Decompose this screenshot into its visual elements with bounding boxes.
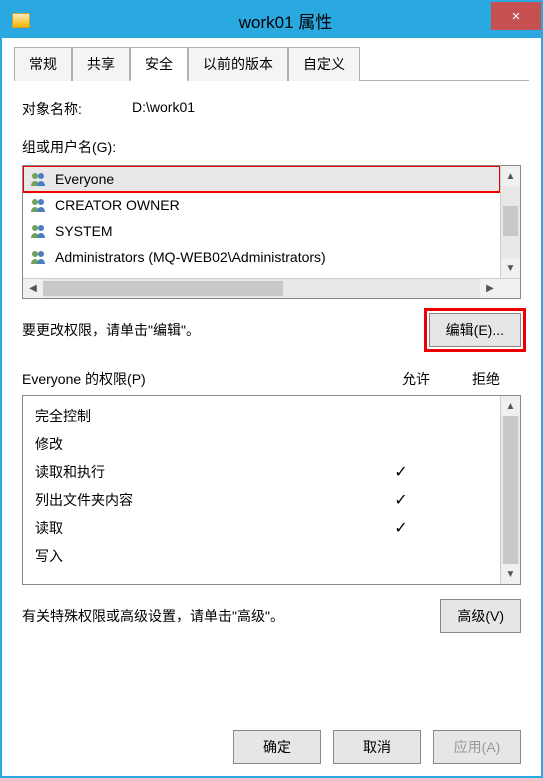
folder-icon: [12, 13, 30, 28]
edit-button[interactable]: 编辑(E)...: [429, 313, 521, 347]
groups-list-items: Everyone CREATOR OWNER SYSTEM: [23, 166, 500, 278]
scroll-right-icon[interactable]: ▶: [480, 279, 500, 298]
scroll-down-icon[interactable]: ▼: [501, 564, 520, 584]
permission-row: 读取和执行 ✓: [23, 458, 500, 486]
permissions-listbox: 完全控制 修改 读取和执行 ✓ 列出文件夹内容 ✓: [22, 395, 521, 585]
scroll-track[interactable]: [43, 279, 480, 298]
permission-name: 完全控制: [35, 406, 372, 426]
permission-name: 写入: [35, 546, 372, 566]
group-icon: [29, 248, 49, 266]
content: 对象名称: D:\work01 组或用户名(G): Everyone: [2, 81, 541, 718]
scroll-track[interactable]: [501, 186, 520, 258]
properties-window: work01 属性 × 常规 共享 安全 以前的版本 自定义 对象名称: D:\…: [0, 0, 543, 778]
window-title: work01 属性: [30, 8, 541, 33]
allow-column-header: 允许: [381, 369, 451, 389]
groups-listbox[interactable]: Everyone CREATOR OWNER SYSTEM: [22, 165, 521, 299]
allow-cell: ✓: [372, 490, 430, 510]
permissions-label: Everyone 的权限(P): [22, 369, 381, 389]
cancel-button[interactable]: 取消: [333, 730, 421, 764]
apply-button[interactable]: 应用(A): [433, 730, 521, 764]
list-item-label: CREATOR OWNER: [55, 197, 180, 213]
ok-button[interactable]: 确定: [233, 730, 321, 764]
scroll-left-icon[interactable]: ◀: [23, 279, 43, 298]
tabs: 常规 共享 安全 以前的版本 自定义: [14, 46, 529, 81]
tab-general[interactable]: 常规: [14, 47, 72, 81]
groups-label: 组或用户名(G):: [22, 137, 521, 157]
list-item[interactable]: SYSTEM: [23, 218, 500, 244]
list-item[interactable]: Administrators (MQ-WEB02\Administrators): [23, 244, 500, 270]
permission-name: 读取: [35, 518, 372, 538]
vertical-scrollbar[interactable]: ▲ ▼: [500, 166, 520, 278]
advanced-hint-text: 有关特殊权限或高级设置，请单击"高级"。: [22, 606, 440, 626]
advanced-button[interactable]: 高级(V): [440, 599, 521, 633]
scroll-thumb[interactable]: [503, 416, 518, 564]
permission-name: 修改: [35, 434, 372, 454]
scroll-corner: [500, 279, 520, 298]
vertical-scrollbar[interactable]: ▲ ▼: [500, 396, 520, 584]
permission-name: 列出文件夹内容: [35, 490, 372, 510]
scroll-up-icon[interactable]: ▲: [501, 166, 520, 186]
permission-name: 读取和执行: [35, 462, 372, 482]
close-button[interactable]: ×: [491, 2, 541, 30]
tab-sharing[interactable]: 共享: [72, 47, 130, 81]
edit-hint-text: 要更改权限，请单击"编辑"。: [22, 320, 429, 340]
scroll-up-icon[interactable]: ▲: [501, 396, 520, 416]
list-item-label: Everyone: [55, 171, 114, 187]
permissions-list: 完全控制 修改 读取和执行 ✓ 列出文件夹内容 ✓: [23, 396, 500, 584]
permission-row: 完全控制: [23, 402, 500, 430]
group-icon: [29, 170, 49, 188]
horizontal-scrollbar[interactable]: ◀ ▶: [23, 278, 520, 298]
permission-row: 读取 ✓: [23, 514, 500, 542]
allow-cell: ✓: [372, 462, 430, 482]
permission-row: 写入: [23, 542, 500, 570]
list-item[interactable]: CREATOR OWNER: [23, 192, 500, 218]
list-item-label: Administrators (MQ-WEB02\Administrators): [55, 249, 326, 265]
allow-cell: ✓: [372, 518, 430, 538]
tab-previous-versions[interactable]: 以前的版本: [188, 47, 288, 81]
scroll-thumb[interactable]: [43, 281, 283, 296]
group-icon: [29, 222, 49, 240]
list-item[interactable]: Everyone: [23, 166, 500, 192]
permission-row: 列出文件夹内容 ✓: [23, 486, 500, 514]
scroll-track[interactable]: [501, 416, 520, 564]
footer: 确定 取消 应用(A): [2, 718, 541, 776]
deny-column-header: 拒绝: [451, 369, 521, 389]
permission-row: 修改: [23, 430, 500, 458]
scroll-down-icon[interactable]: ▼: [501, 258, 520, 278]
group-icon: [29, 196, 49, 214]
scroll-thumb[interactable]: [503, 206, 518, 236]
tab-customize[interactable]: 自定义: [288, 47, 360, 81]
list-item-label: SYSTEM: [55, 223, 113, 239]
object-name-value: D:\work01: [132, 99, 521, 119]
tabs-area: 常规 共享 安全 以前的版本 自定义: [2, 38, 541, 81]
tab-security[interactable]: 安全: [130, 47, 188, 81]
titlebar: work01 属性 ×: [2, 2, 541, 38]
object-name-label: 对象名称:: [22, 99, 132, 119]
